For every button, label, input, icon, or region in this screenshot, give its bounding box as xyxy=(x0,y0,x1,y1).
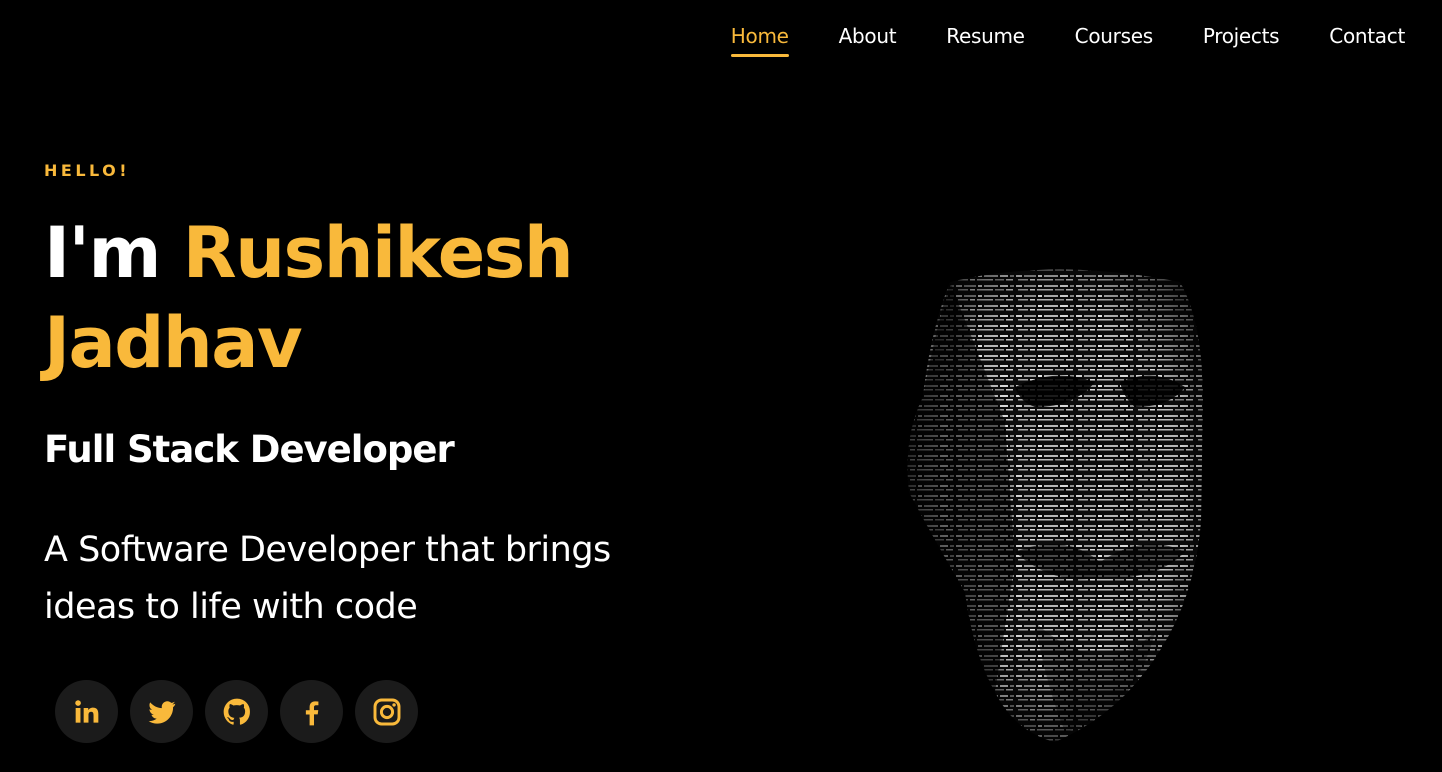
linkedin-button[interactable] xyxy=(55,680,118,743)
twitter-button[interactable] xyxy=(130,680,193,743)
linkedin-icon xyxy=(74,699,98,723)
github-icon xyxy=(223,698,250,725)
heading-last-name: Jadhav xyxy=(44,302,303,384)
twitter-icon xyxy=(148,700,175,724)
hero-heading: I'm Rushikesh Jadhav xyxy=(44,208,704,388)
nav-courses-link[interactable]: Courses xyxy=(1075,24,1153,54)
page: Home About Resume Courses Projects Conta… xyxy=(0,0,1442,772)
facebook-button[interactable] xyxy=(280,680,343,743)
greeting-label: HELLO! xyxy=(44,161,131,180)
social-links xyxy=(55,680,418,743)
heading-prefix: I'm xyxy=(44,212,161,294)
nav-contact-link[interactable]: Contact xyxy=(1329,24,1405,54)
nav-resume-link[interactable]: Resume xyxy=(946,24,1025,54)
github-button[interactable] xyxy=(205,680,268,743)
tagline: A Software Developer that brings ideas t… xyxy=(44,530,611,627)
nav-projects-link[interactable]: Projects xyxy=(1203,24,1280,54)
facebook-icon xyxy=(305,700,318,725)
heading-first-name: Rushikesh xyxy=(182,212,574,294)
nav-about-link[interactable]: About xyxy=(839,24,897,54)
code-mask-image xyxy=(895,262,1225,752)
role-title: Full Stack Developer xyxy=(44,428,455,471)
instagram-icon xyxy=(373,698,400,725)
instagram-button[interactable] xyxy=(355,680,418,743)
main-nav: Home About Resume Courses Projects Conta… xyxy=(681,24,1405,57)
nav-home-link[interactable]: Home xyxy=(730,24,789,57)
